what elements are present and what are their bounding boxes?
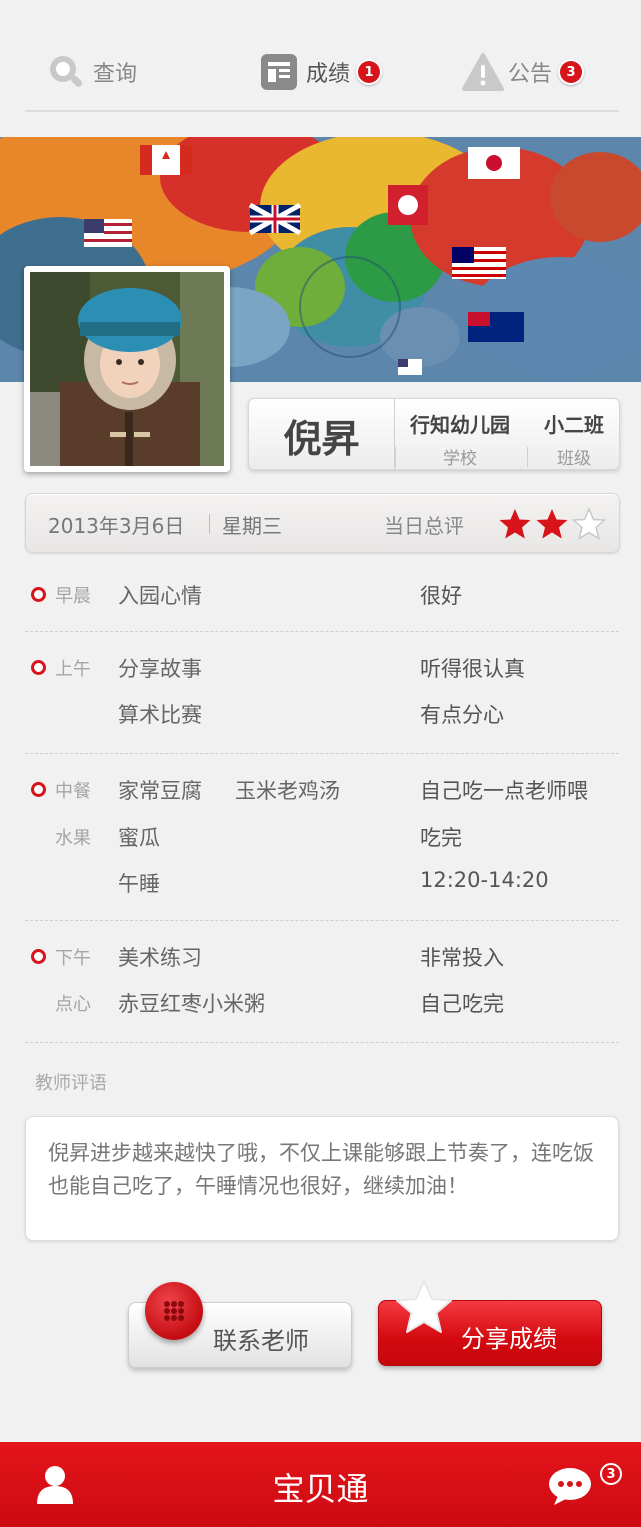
schedule-row: 早晨 入园心情 很好 (25, 580, 619, 610)
period-label: 水果 (55, 828, 91, 849)
app-title: 宝贝通 (272, 1470, 369, 1508)
period-label: 点心 (55, 994, 91, 1015)
period-dot-icon (31, 782, 46, 797)
report-badge: 1 (358, 61, 381, 83)
activity: 赤豆红枣小米粥 (118, 992, 265, 1016)
activity-secondary: 玉米老鸡汤 (235, 779, 340, 803)
schedule-am: 上午 分享故事 听得很认真 算术比赛 有点分心 (25, 632, 619, 754)
student-avatar[interactable] (24, 266, 230, 472)
top-tab-bar: 查询 成绩 1 公告 3 (25, 40, 619, 112)
schedule-row: 点心 赤豆红枣小米粥 自己吃完 (25, 988, 619, 1018)
tab-label: 成绩 (306, 62, 351, 87)
activity-result: 有点分心 (420, 703, 504, 727)
date-divider (209, 514, 210, 534)
school-info: 行知幼儿园 学校 (399, 409, 521, 469)
date-bar: 2013年3月6日 星期三 当日总评 (25, 493, 620, 553)
period-label: 下午 (55, 948, 91, 969)
student-info-card: 倪昇 行知幼儿园 学校 小二班 班级 (248, 398, 620, 471)
class-name: 小二班 (544, 413, 604, 437)
chat-badge: 3 (600, 1463, 622, 1485)
teacher-comment-label: 教师评语 (35, 1073, 107, 1094)
daily-eval-label: 当日总评 (384, 514, 464, 538)
activity: 美术练习 (118, 946, 202, 970)
schedule-row: 午睡 12:20-14:20 (25, 868, 619, 898)
period-dot-icon (31, 660, 46, 675)
activity: 蜜瓜 (118, 826, 160, 850)
tab-report[interactable]: 成绩 1 (260, 52, 381, 92)
search-icon (47, 53, 85, 91)
avatar-photo (30, 272, 224, 466)
report-weekday: 星期三 (222, 514, 282, 538)
schedule-pm: 下午 美术练习 非常投入 点心 赤豆红枣小米粥 自己吃完 (25, 921, 619, 1043)
student-name: 倪昇 (249, 399, 395, 471)
activity: 午睡 (118, 872, 160, 896)
activity-result: 非常投入 (420, 946, 504, 970)
teacher-comment: 倪昇进步越来越快了哦，不仅上课能够跟上节奏了，连吃饭也能自己吃了，午睡情况也很好… (25, 1116, 619, 1241)
warning-icon (462, 53, 504, 91)
contact-teacher-label: 联系老师 (213, 1327, 309, 1355)
period-dot-icon (31, 587, 46, 602)
activity-result: 自己吃一点老师喂 (420, 779, 588, 803)
activity-result: 12:20-14:20 (420, 868, 549, 892)
chat-icon[interactable] (548, 1466, 592, 1506)
schedule-row: 水果 蜜瓜 吃完 (25, 822, 619, 852)
schedule-lunch: 中餐 家常豆腐 玉米老鸡汤 自己吃一点老师喂 水果 蜜瓜 吃完 午睡 12:20… (25, 754, 619, 921)
period-dot-icon (31, 949, 46, 964)
period-label: 早晨 (55, 586, 91, 607)
star-empty-icon (572, 507, 606, 541)
class-info: 小二班 班级 (531, 409, 617, 469)
tab-label: 查询 (93, 62, 138, 87)
school-name: 行知幼儿园 (410, 413, 510, 437)
share-report-label: 分享成绩 (461, 1325, 557, 1353)
activity: 分享故事 (118, 657, 202, 681)
star-icon (396, 1280, 452, 1333)
schedule-row: 上午 分享故事 听得很认真 (25, 653, 619, 683)
phone-icon[interactable] (145, 1282, 203, 1340)
notice-badge: 3 (560, 61, 583, 83)
activity-result: 很好 (420, 584, 462, 608)
period-label: 上午 (55, 659, 91, 680)
schedule-row: 中餐 家常豆腐 玉米老鸡汤 自己吃一点老师喂 (25, 775, 619, 805)
info-divider (395, 447, 396, 467)
activity-result: 听得很认真 (420, 657, 525, 681)
activity: 入园心情 (118, 584, 202, 608)
tab-query[interactable]: 查询 (47, 52, 137, 92)
daily-rating (498, 507, 609, 541)
tab-label: 公告 (508, 62, 553, 87)
bottom-bar: 宝贝通 (0, 1442, 641, 1527)
schedule-row: 下午 美术练习 非常投入 (25, 942, 619, 972)
report-date: 2013年3月6日 (48, 514, 185, 538)
schedule-morning: 早晨 入园心情 很好 (25, 570, 619, 632)
class-label: 班级 (557, 449, 591, 469)
activity: 家常豆腐 (118, 779, 202, 803)
activity-result: 吃完 (420, 826, 462, 850)
period-label: 中餐 (55, 781, 91, 802)
schedule-row: 算术比赛 有点分心 (25, 699, 619, 729)
activity: 算术比赛 (118, 703, 202, 727)
activity-result: 自己吃完 (420, 992, 504, 1016)
report-icon (260, 53, 298, 91)
school-label: 学校 (443, 449, 477, 469)
star-filled-icon (499, 509, 531, 539)
tab-notice[interactable]: 公告 3 (462, 52, 583, 92)
star-filled-icon (536, 509, 568, 539)
info-divider (527, 447, 528, 467)
